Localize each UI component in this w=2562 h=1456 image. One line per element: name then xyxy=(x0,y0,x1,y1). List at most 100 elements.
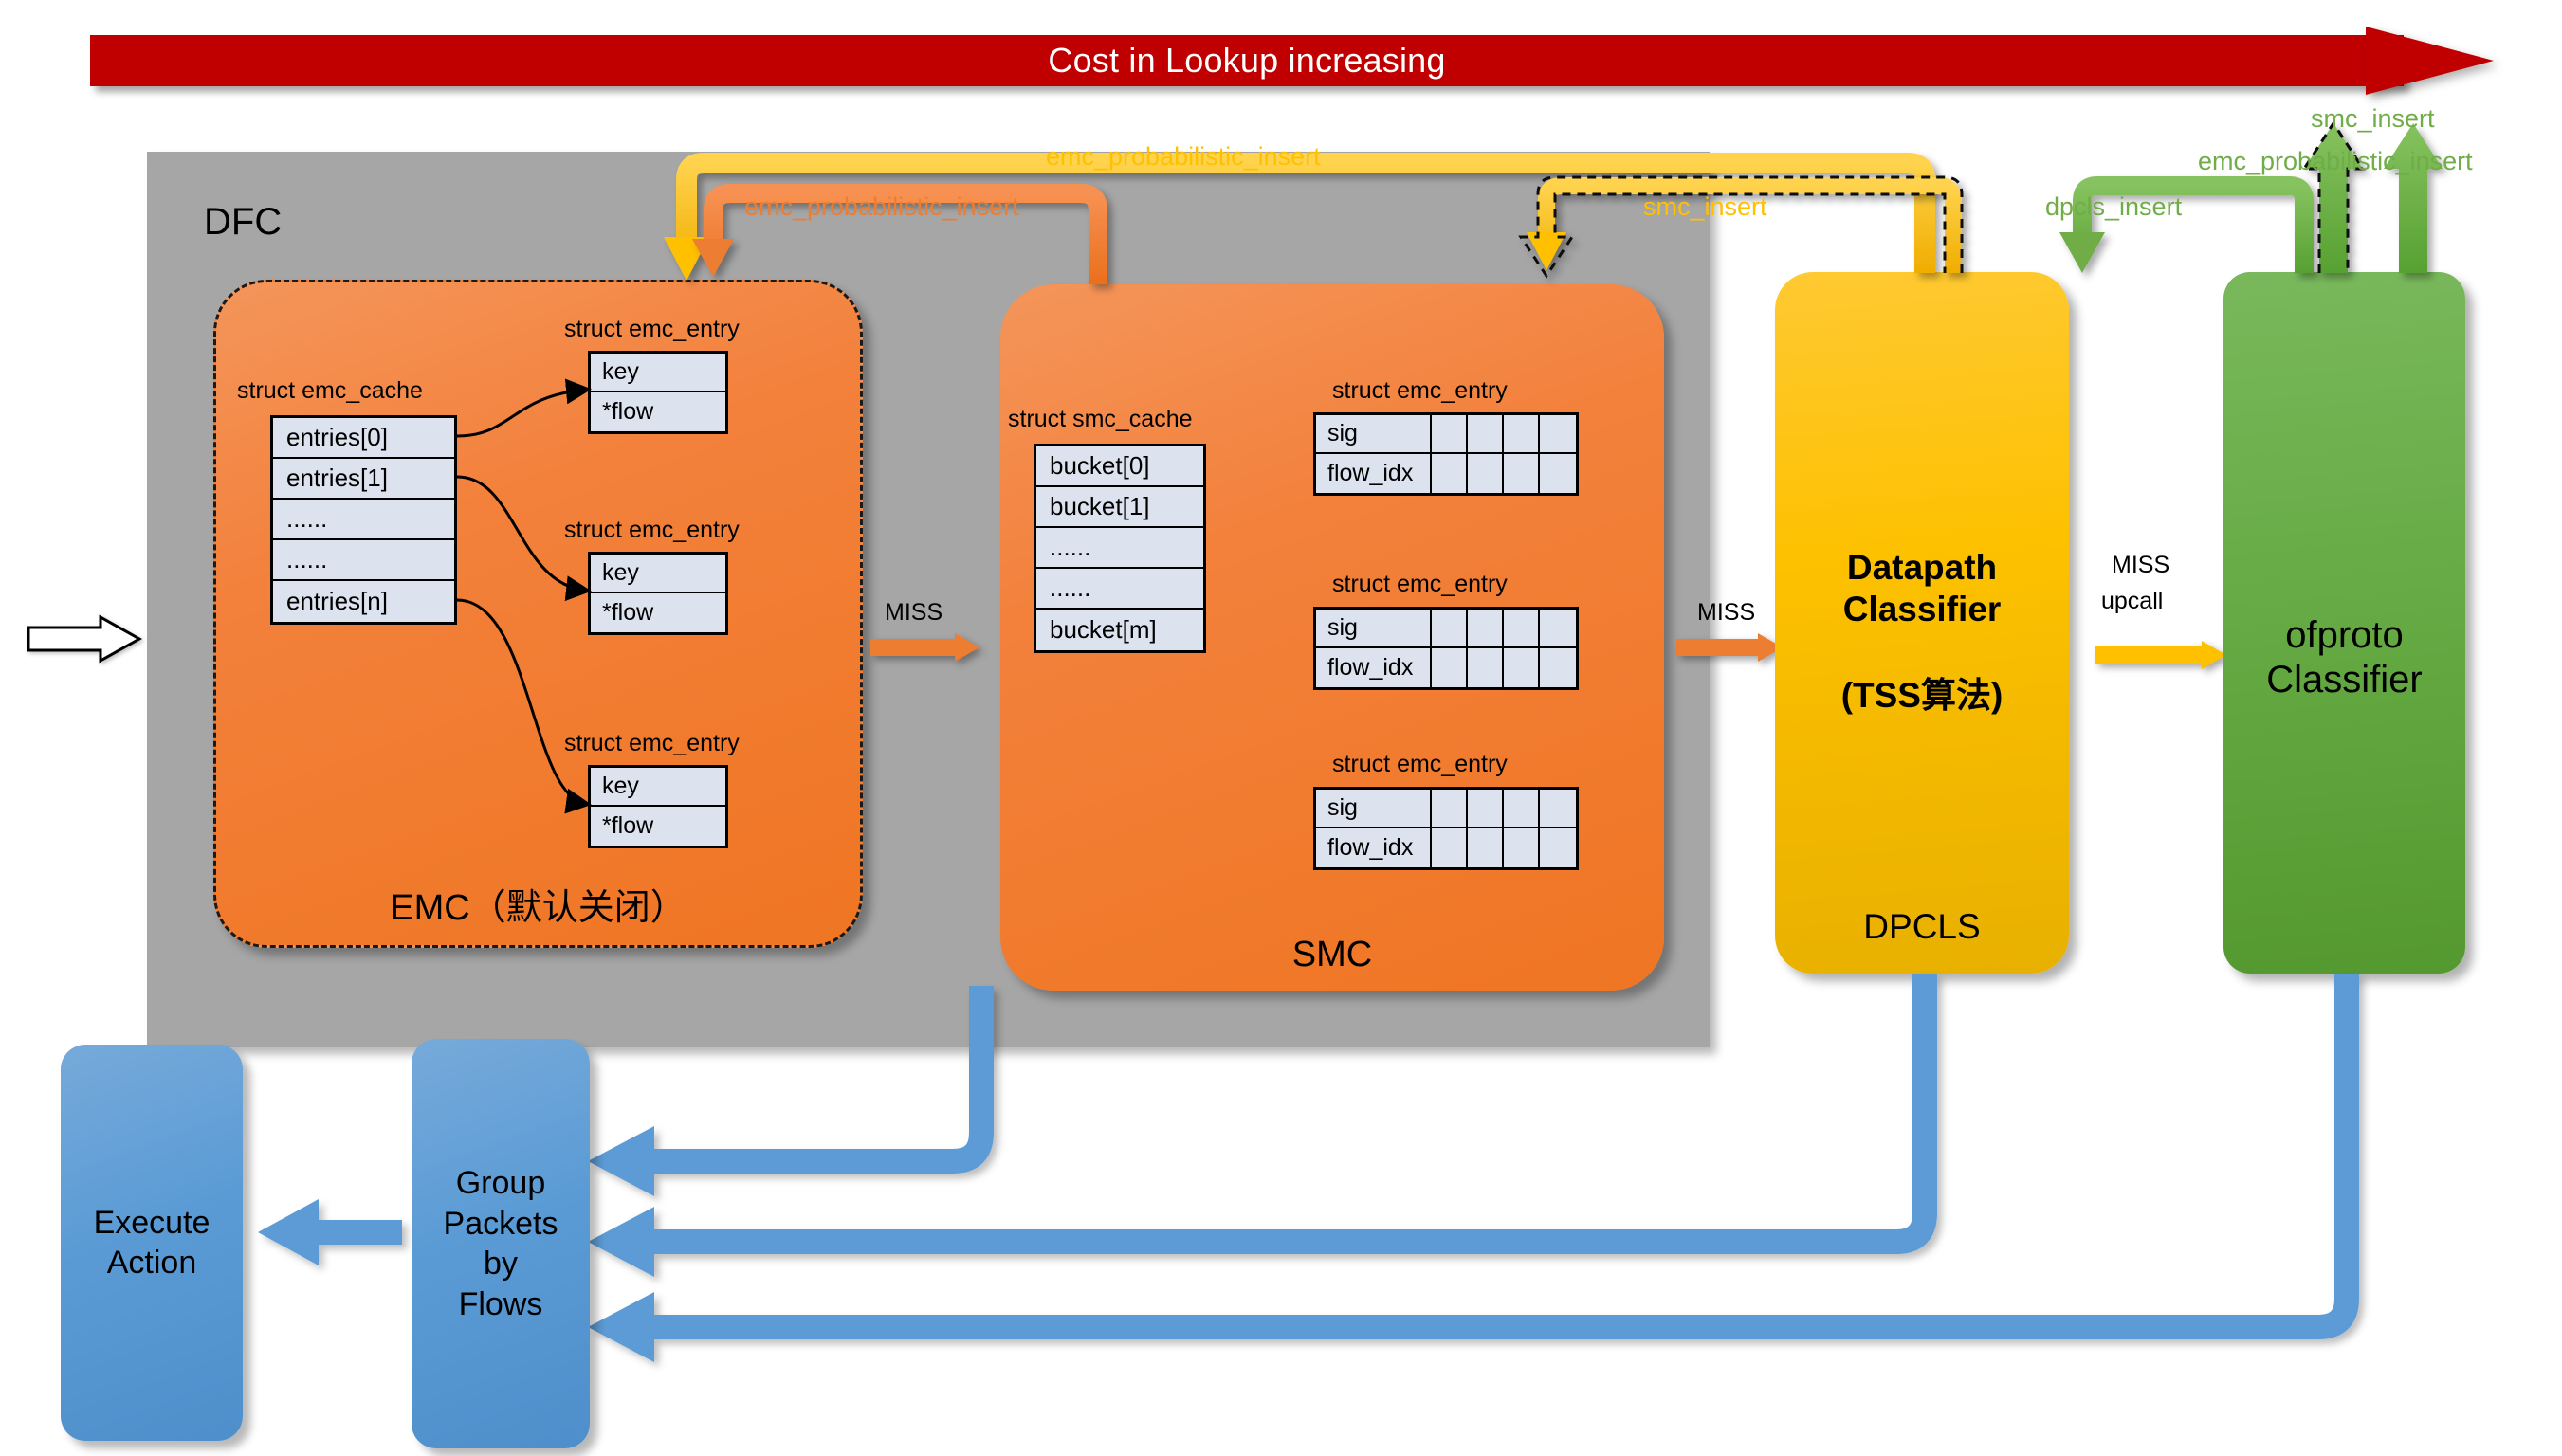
slot-cell xyxy=(1468,648,1504,687)
smc-entry-struct-title: struct emc_entry xyxy=(1332,751,1508,777)
slot-cell xyxy=(1540,454,1576,493)
slot-cell xyxy=(1432,610,1468,646)
slot-cell xyxy=(1468,790,1504,827)
label-smc-insert-yellow: smc_insert xyxy=(1643,192,1767,221)
field-key: key xyxy=(591,768,725,807)
table-row: entries[1] xyxy=(273,459,454,500)
field-flow: *flow xyxy=(602,812,654,839)
label-dpcls-insert-green: dpcls_insert xyxy=(2045,192,2183,221)
emc-entry-struct-title: struct emc_entry xyxy=(564,316,740,342)
smc-cache-struct-title: struct smc_cache xyxy=(1008,406,1193,432)
miss-label-smc-dpcls: MISS xyxy=(1697,599,1756,626)
slot-cell xyxy=(1540,648,1576,687)
slot-cell xyxy=(1540,415,1576,452)
table-row: ...... xyxy=(273,500,454,540)
emc-entry-struct: key *flow xyxy=(588,765,728,848)
table-row: flow_idx xyxy=(1316,828,1576,867)
diagram-canvas: Cost in Lookup increasing DFC EMC（默认关闭） … xyxy=(0,0,2562,1456)
miss-upcall-label-line1: MISS xyxy=(2112,552,2170,578)
miss-upcall-arrow xyxy=(2095,641,2226,669)
miss-arrow-emc-smc xyxy=(870,633,979,662)
ofproto-title-line2: Classifier xyxy=(2266,659,2423,701)
slot-cell xyxy=(1468,415,1504,452)
ofproto-box: ofproto Classifier xyxy=(2223,272,2465,974)
miss-label-emc-smc: MISS xyxy=(885,599,943,626)
execute-action-box[interactable]: Execute Action xyxy=(61,1045,243,1441)
table-row: flow_idx xyxy=(1316,648,1576,687)
slot-cell xyxy=(1432,454,1468,493)
slot-cell xyxy=(1504,454,1540,493)
miss-arrow-smc-dpcls xyxy=(1676,633,1783,662)
banner-label: Cost in Lookup increasing xyxy=(1048,41,1446,80)
table-row: bucket[m] xyxy=(1036,610,1203,650)
smc-buckets-table: bucket[0] bucket[1] ...... ...... bucket… xyxy=(1034,444,1206,653)
slot-cell xyxy=(1504,610,1540,646)
field-key: key xyxy=(591,555,725,593)
slot-cell xyxy=(1504,828,1540,867)
emc-entry-struct: key *flow xyxy=(588,351,728,434)
table-row: ...... xyxy=(1036,569,1203,610)
slot-cell xyxy=(1432,648,1468,687)
group-packets-box[interactable]: Group Packets by Flows xyxy=(412,1039,590,1448)
slot-cell xyxy=(1504,790,1540,827)
smc-caption: SMC xyxy=(1291,935,1373,974)
smc-entry-struct: sig flow_idx xyxy=(1313,412,1579,496)
slot-cell xyxy=(1468,454,1504,493)
label-emc-probabilistic-insert-orange: emc_probabilistic_insert xyxy=(744,192,1019,221)
table-row: flow_idx xyxy=(1316,454,1576,493)
slot-cell xyxy=(1432,415,1468,452)
table-row: bucket[0] xyxy=(1036,446,1203,487)
slot-cell xyxy=(1504,415,1540,452)
execute-action-label: Execute Action xyxy=(93,1204,210,1282)
slot-cell xyxy=(1432,828,1468,867)
dpcls-title-line2: Classifier xyxy=(1842,589,2002,628)
field-sig: sig xyxy=(1316,790,1432,827)
slot-cell xyxy=(1432,790,1468,827)
table-row: ...... xyxy=(1036,528,1203,569)
smc-entry-struct-title: struct emc_entry xyxy=(1332,377,1508,404)
emc-entry-struct-title: struct emc_entry xyxy=(564,517,740,543)
table-row: entries[0] xyxy=(273,418,454,459)
slot-cell xyxy=(1540,790,1576,827)
smc-entry-struct-title: struct emc_entry xyxy=(1332,571,1508,597)
table-row: sig xyxy=(1316,790,1576,828)
emc-caption: EMC（默认关闭） xyxy=(390,888,686,928)
table-row: bucket[1] xyxy=(1036,487,1203,528)
field-flow-idx: flow_idx xyxy=(1316,454,1432,493)
field-flow: *flow xyxy=(602,599,654,626)
field-key: key xyxy=(591,354,725,392)
dfc-label: DFC xyxy=(204,201,283,243)
field-flow: *flow xyxy=(602,398,654,425)
miss-upcall-label-line2: upcall xyxy=(2101,588,2164,614)
dpcls-box: Datapath Classifier (TSS算法) DPCLS xyxy=(1775,272,2069,974)
slot-cell xyxy=(1468,610,1504,646)
emc-entry-struct-title: struct emc_entry xyxy=(564,730,740,756)
smc-entry-struct: sig flow_idx xyxy=(1313,607,1579,690)
emc-cache-struct-title: struct emc_cache xyxy=(237,377,423,404)
table-row: sig xyxy=(1316,415,1576,454)
table-row: ...... xyxy=(273,540,454,581)
emc-entry-struct: key *flow xyxy=(588,552,728,635)
label-smc-insert-green: smc_insert xyxy=(2311,104,2435,133)
group-packets-label: Group Packets by Flows xyxy=(443,1165,558,1322)
ofproto-title-line1: ofproto xyxy=(2285,614,2404,656)
slot-cell xyxy=(1468,828,1504,867)
label-emc-probabilistic-insert-yellow: emc_probabilistic_insert xyxy=(1046,142,1321,171)
field-sig: sig xyxy=(1316,610,1432,646)
packet-input-arrow-icon xyxy=(27,614,142,664)
slot-cell xyxy=(1540,610,1576,646)
cost-banner: Cost in Lookup increasing xyxy=(90,27,2494,95)
slot-cell xyxy=(1540,828,1576,867)
slot-cell xyxy=(1504,648,1540,687)
table-row: sig xyxy=(1316,610,1576,648)
table-row: entries[n] xyxy=(273,581,454,622)
dpcls-title-line1: Datapath xyxy=(1846,548,1998,587)
field-sig: sig xyxy=(1316,415,1432,452)
dpcls-footer: DPCLS xyxy=(1863,907,1981,946)
emc-entries-table: entries[0] entries[1] ...... ...... entr… xyxy=(270,415,457,625)
smc-entry-struct: sig flow_idx xyxy=(1313,787,1579,870)
field-flow-idx: flow_idx xyxy=(1316,828,1432,867)
label-emc-probabilistic-insert-green: emc_probabilistic_insert xyxy=(2198,147,2473,175)
dpcls-subtitle: (TSS算法) xyxy=(1840,676,2004,715)
field-flow-idx: flow_idx xyxy=(1316,648,1432,687)
